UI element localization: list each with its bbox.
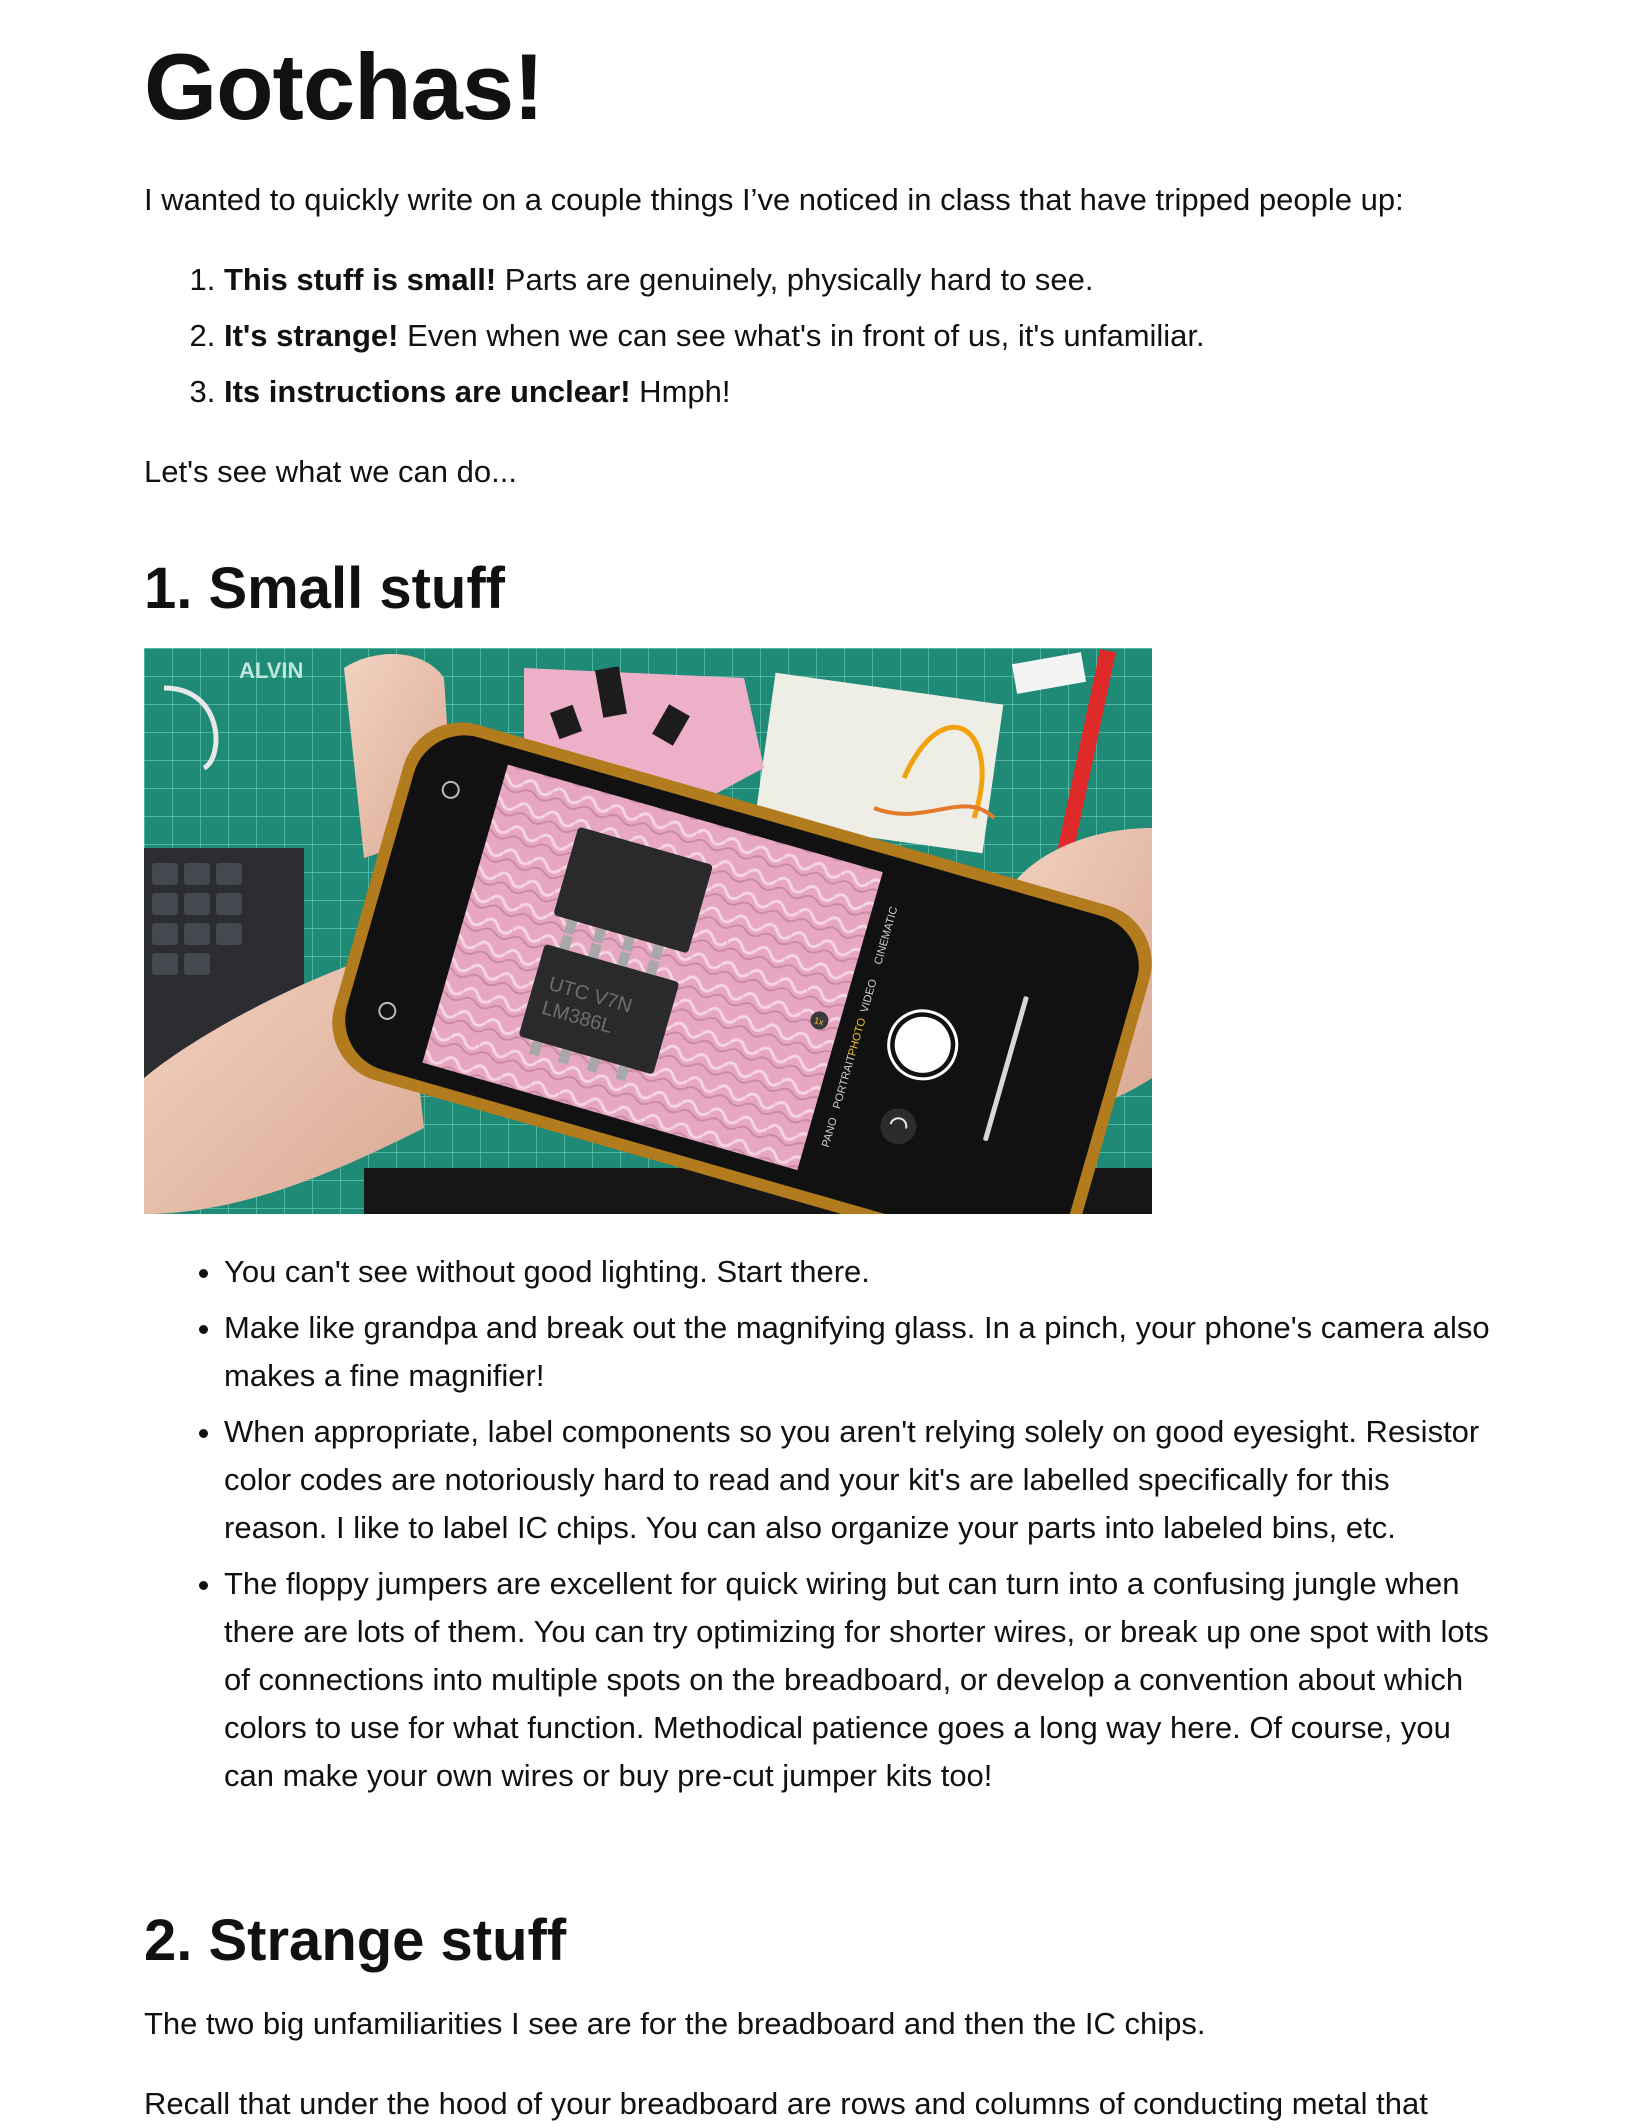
intro-paragraph: I wanted to quickly write on a couple th… xyxy=(144,182,1404,217)
list-item-text: Parts are genuinely, physically hard to … xyxy=(496,262,1094,297)
list-item: Its instructions are unclear! Hmph! xyxy=(224,368,1205,416)
lets-see-paragraph: Let's see what we can do... xyxy=(144,454,517,489)
small-stuff-tips-list: You can't see without good lighting. Sta… xyxy=(144,1248,1494,1808)
gotchas-list: This stuff is small! Parts are genuinely… xyxy=(144,256,1205,424)
list-item-text: Hmph! xyxy=(630,374,731,409)
list-item: Make like grandpa and break out the magn… xyxy=(224,1304,1494,1400)
list-item: When appropriate, label components so yo… xyxy=(224,1408,1494,1552)
mat-brand-logo: ALVIN xyxy=(239,658,303,683)
section-heading-strange-stuff: 2. Strange stuff xyxy=(144,1908,567,1973)
list-item: It's strange! Even when we can see what'… xyxy=(224,312,1205,360)
section-heading-small-stuff: 1. Small stuff xyxy=(144,556,505,621)
svg-text:ALVIN: ALVIN xyxy=(239,658,303,683)
list-item-bold: Its instructions are unclear! xyxy=(224,374,631,409)
list-item-bold: It's strange! xyxy=(224,318,399,353)
page-title: Gotchas! xyxy=(144,34,544,139)
list-item-text: Even when we can see what's in front of … xyxy=(398,318,1205,353)
list-item-bold: This stuff is small! xyxy=(224,262,497,297)
phone-magnifier-photo: ALVIN UTC V7N LM386L CINEMATIC VIDEO PHO… xyxy=(144,648,1152,1214)
list-item: You can't see without good lighting. Sta… xyxy=(224,1248,1494,1296)
list-item: This stuff is small! Parts are genuinely… xyxy=(224,256,1205,304)
list-item: The floppy jumpers are excellent for qui… xyxy=(224,1560,1494,1800)
strange-paragraph-1: The two big unfamiliarities I see are fo… xyxy=(144,2006,1206,2041)
strange-paragraph-2: Recall that under the hood of your bread… xyxy=(144,2086,1428,2121)
